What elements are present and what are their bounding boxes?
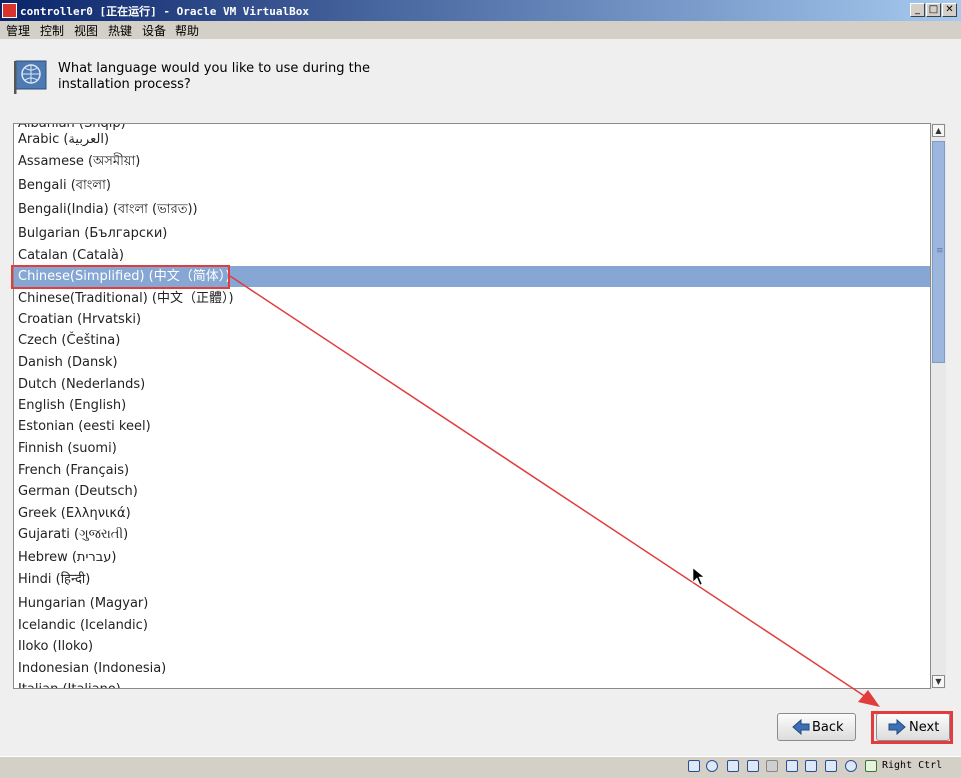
back-button[interactable]: Back xyxy=(777,713,856,741)
language-item[interactable]: Assamese (অসমীয়া) xyxy=(14,151,930,172)
language-item[interactable]: Finnish (suomi) xyxy=(14,438,930,459)
language-item[interactable]: Iloko (Iloko) xyxy=(14,636,930,657)
language-item[interactable]: Gujarati (ગુજરાતી) xyxy=(14,524,930,545)
language-flag-icon xyxy=(14,60,47,94)
language-list-scrollbar[interactable]: ▲ ≡ ▼ xyxy=(931,123,946,689)
language-item[interactable]: Icelandic (Icelandic) xyxy=(14,615,930,636)
menu-manage[interactable]: 管理 xyxy=(6,22,30,39)
scrollbar-thumb[interactable]: ≡ xyxy=(932,141,945,363)
language-item[interactable]: French (Français) xyxy=(14,460,930,481)
language-item[interactable]: Catalan (Català) xyxy=(14,245,930,266)
cpu-virtualization-icon[interactable] xyxy=(825,760,837,772)
next-button-highlight xyxy=(871,711,953,744)
language-item[interactable]: Hebrew (עברית) xyxy=(14,547,930,568)
selected-language-highlight xyxy=(11,265,230,289)
arrow-left-icon xyxy=(792,719,810,735)
window-title: controller0 [正在运行] - Oracle VM VirtualBo… xyxy=(20,5,310,18)
close-button[interactable]: ✕ xyxy=(942,3,957,17)
mouse-integration-icon[interactable] xyxy=(845,760,857,772)
menu-help[interactable]: 帮助 xyxy=(175,22,199,39)
language-item[interactable]: Bulgarian (Български) xyxy=(14,223,930,244)
language-item[interactable]: Greek (Ελληνικά) xyxy=(14,503,930,524)
video-capture-icon[interactable] xyxy=(805,760,817,772)
display-icon[interactable] xyxy=(786,760,798,772)
language-item[interactable]: Chinese(Traditional) (中文（正體）) xyxy=(14,288,930,309)
language-list[interactable]: Albanian (Shqip) Arabic (العربية) Assame… xyxy=(13,123,931,689)
hard-disk-icon[interactable] xyxy=(688,760,700,772)
usb-icon[interactable] xyxy=(747,760,759,772)
language-item[interactable]: Czech (Čeština) xyxy=(14,330,930,351)
language-item[interactable]: Estonian (eesti keel) xyxy=(14,416,930,437)
keyboard-capture-icon[interactable] xyxy=(865,760,877,772)
language-item[interactable]: English (English) xyxy=(14,395,930,416)
language-item[interactable]: Hungarian (Magyar) xyxy=(14,593,930,614)
language-item[interactable]: Dutch (Nederlands) xyxy=(14,374,930,395)
language-item[interactable]: Bengali(India) (বাংলা (ভারত)) xyxy=(14,199,930,220)
status-bar: Right Ctrl xyxy=(0,756,961,778)
virtualbox-icon xyxy=(2,3,17,18)
network-icon[interactable] xyxy=(727,760,739,772)
language-item[interactable]: Bengali (বাংলা) xyxy=(14,175,930,196)
window-titlebar: controller0 [正在运行] - Oracle VM VirtualBo… xyxy=(0,0,961,21)
minimize-button[interactable]: _ xyxy=(910,3,925,17)
menu-devices[interactable]: 设备 xyxy=(142,22,166,39)
back-label: Back xyxy=(812,720,844,735)
menu-hotkey[interactable]: 热键 xyxy=(108,22,132,39)
language-item[interactable]: Hindi (हिन्दी) xyxy=(14,569,930,590)
language-item[interactable]: Croatian (Hrvatski) xyxy=(14,309,930,330)
menu-bar: 管理 控制 视图 热键 设备 帮助 xyxy=(0,21,961,39)
grip-icon: ≡ xyxy=(936,246,944,256)
menu-view[interactable]: 视图 xyxy=(74,22,98,39)
shared-folders-icon[interactable] xyxy=(766,760,778,772)
language-item[interactable]: Danish (Dansk) xyxy=(14,352,930,373)
optical-drive-icon[interactable] xyxy=(706,760,718,772)
language-item[interactable]: German (Deutsch) xyxy=(14,481,930,502)
menu-control[interactable]: 控制 xyxy=(40,22,64,39)
host-key-label: Right Ctrl xyxy=(882,760,943,771)
maximize-button[interactable]: □ xyxy=(926,3,941,17)
language-item[interactable]: Arabic (العربية) xyxy=(14,129,930,150)
language-item[interactable]: Italian (Italiano) xyxy=(14,679,930,688)
scroll-down-icon[interactable]: ▼ xyxy=(932,675,945,688)
scroll-up-icon[interactable]: ▲ xyxy=(932,124,945,137)
installer-question: What language would you like to use duri… xyxy=(58,61,370,92)
language-item[interactable]: Indonesian (Indonesia) xyxy=(14,658,930,679)
vm-display[interactable]: What language would you like to use duri… xyxy=(0,39,961,756)
